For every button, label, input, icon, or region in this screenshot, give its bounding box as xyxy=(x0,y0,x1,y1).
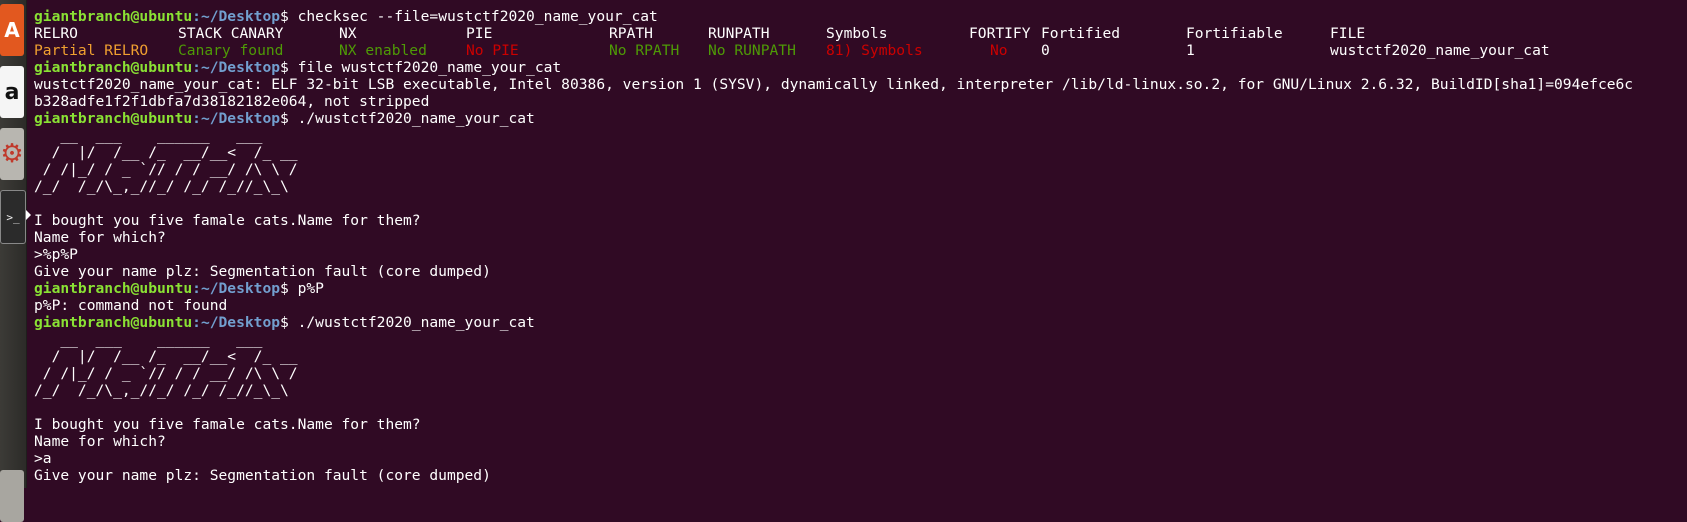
active-app-arrow-icon xyxy=(26,210,31,220)
shell-error-line: p%P: command not found xyxy=(34,297,228,314)
ascii-banner-line: /_/ /_/\_,_//_/ /_/ /_//_\_\ xyxy=(34,178,289,195)
prompt-line: giantbranch@ubuntu:~/Desktop$ ./wustctf2… xyxy=(34,110,535,127)
program-output-line: I bought you five famale cats.Name for t… xyxy=(34,416,421,433)
file-output-line: wustctf2020_name_your_cat: ELF 32-bit LS… xyxy=(34,76,1634,93)
gear-icon: ⚙ xyxy=(0,139,24,169)
checksec-command: checksec --file=wustctf2020_name_your_ca… xyxy=(297,8,658,25)
ascii-banner-line: / |/ /__ /_ __/__< /_ __ xyxy=(34,348,298,365)
prompt-line: giantbranch@ubuntu:~/Desktop$ file wustc… xyxy=(34,59,562,76)
shopping-bag-icon: A xyxy=(4,18,20,42)
prompt-line: giantbranch@ubuntu:~/Desktop$ p%P xyxy=(34,280,324,297)
program-output-line: Give your name plz: Segmentation fault (… xyxy=(34,467,491,484)
program-input-line: >a xyxy=(34,450,52,467)
ascii-banner-line: /_/ /_/\_,_//_/ /_/ /_//_\_\ xyxy=(34,382,289,399)
terminal-output[interactable]: giantbranch@ubuntu:~/Desktop$ checksec -… xyxy=(34,8,1687,488)
amazon-icon: a xyxy=(4,79,20,105)
ascii-banner-line: __ ___ ______ ___ xyxy=(34,331,263,348)
program-output-line: I bought you five famale cats.Name for t… xyxy=(34,212,421,229)
ubuntu-software-launcher-icon[interactable]: A xyxy=(0,4,24,56)
program-output-line: Name for which? xyxy=(34,433,166,450)
launcher: A a ⚙ >_ xyxy=(0,0,27,522)
amazon-launcher-icon[interactable]: a xyxy=(0,66,24,118)
ascii-banner-line: __ ___ ______ ___ xyxy=(34,127,263,144)
prompt-line: giantbranch@ubuntu:~/Desktop$ ./wustctf2… xyxy=(34,314,535,331)
program-output-line: Name for which? xyxy=(34,229,166,246)
trash-launcher-icon[interactable] xyxy=(0,470,24,522)
ascii-banner-line: / |/ /__ /_ __/__< /_ __ xyxy=(34,144,298,161)
checksec-values-row: Partial RELRO Canary found NX enabled No… xyxy=(34,42,1550,59)
terminal-icon: >_ xyxy=(6,210,20,224)
program-output-line: Give your name plz: Segmentation fault (… xyxy=(34,263,491,280)
terminal-launcher-icon[interactable]: >_ xyxy=(0,190,26,244)
file-output-line: b328adfe1f2f1dbfa7d38182182e064, not str… xyxy=(34,93,430,110)
checksec-header-row: RELRO STACK CANARY NX PIE RPATH RUNPATH … xyxy=(34,25,1366,42)
ascii-banner-line: / /|_/ / _ `// / / __/ /\ \ / xyxy=(34,161,298,178)
system-settings-launcher-icon[interactable]: ⚙ xyxy=(0,128,24,180)
program-input-line: >%p%P xyxy=(34,246,78,263)
prompt-line: giantbranch@ubuntu:~/Desktop$ checksec -… xyxy=(34,8,658,25)
ascii-banner-line: / /|_/ / _ `// / / __/ /\ \ / xyxy=(34,365,298,382)
